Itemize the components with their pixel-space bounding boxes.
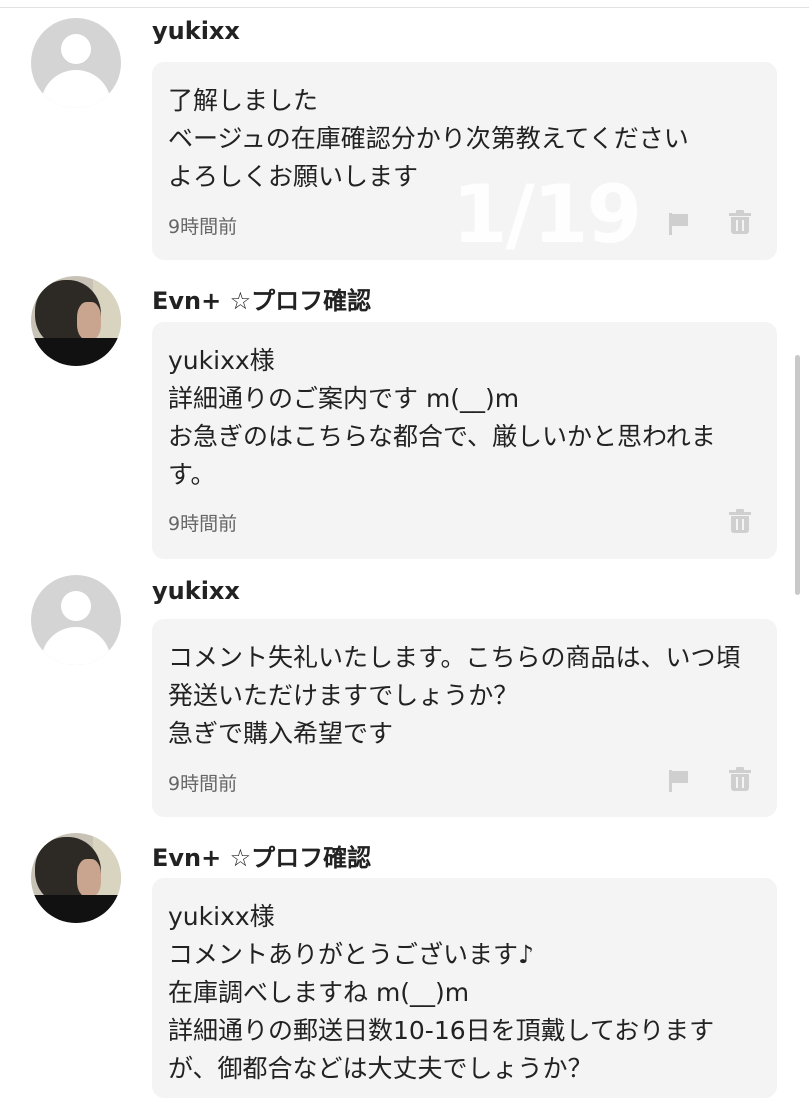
- comment-author[interactable]: yukixx: [152, 577, 240, 605]
- user-avatar-icon[interactable]: [31, 18, 121, 108]
- comment-item: yukixx コメント失礼いたします。こちらの商品は、いつ頃発送いただけますでし…: [0, 557, 809, 827]
- comment-item: Evn+ ☆プロフ確認 yukixx様 コメントありがとうございます♪ 在庫調べ…: [0, 815, 809, 1098]
- flag-icon[interactable]: [669, 770, 689, 792]
- user-avatar-icon[interactable]: [31, 575, 121, 665]
- comment-bubble: yukixx様 詳細通りのご案内です m(__)m お急ぎのはこちらな都合で、厳…: [152, 322, 777, 559]
- trash-icon[interactable]: [729, 509, 751, 533]
- comment-author[interactable]: Evn+ ☆プロフ確認: [152, 281, 371, 316]
- user-avatar-photo[interactable]: [31, 276, 121, 366]
- user-avatar-photo[interactable]: [31, 833, 121, 923]
- comment-text: yukixx様 詳細通りのご案内です m(__)m お急ぎのはこちらな都合で、厳…: [168, 346, 716, 489]
- comment-time: 9時間前: [168, 513, 238, 535]
- trash-icon[interactable]: [729, 767, 751, 791]
- page-indicator: 1/19: [452, 168, 642, 261]
- comment-bubble: yukixx様 コメントありがとうございます♪ 在庫調べしますね m(__)m …: [152, 878, 777, 1098]
- comment-time: 9時間前: [168, 216, 238, 238]
- comment-author[interactable]: yukixx: [152, 17, 240, 45]
- comment-text: コメント失礼いたします。こちらの商品は、いつ頃発送いただけますでしょうか？ 急ぎ…: [168, 643, 741, 748]
- comment-author[interactable]: Evn+ ☆プロフ確認: [152, 838, 371, 873]
- comment-item: Evn+ ☆プロフ確認 yukixx様 詳細通りのご案内です m(__)m お急…: [0, 258, 809, 568]
- comment-time: 9時間前: [168, 773, 238, 795]
- flag-icon[interactable]: [669, 213, 689, 235]
- comment-item: yukixx 了解しました ベージュの在庫確認分かり次第教えてください よろしく…: [0, 0, 809, 270]
- trash-icon[interactable]: [729, 210, 751, 234]
- scrollbar[interactable]: [795, 355, 800, 595]
- comment-text: yukixx様 コメントありがとうございます♪ 在庫調べしますね m(__)m …: [168, 902, 715, 1083]
- comment-bubble: コメント失礼いたします。こちらの商品は、いつ頃発送いただけますでしょうか？ 急ぎ…: [152, 619, 777, 817]
